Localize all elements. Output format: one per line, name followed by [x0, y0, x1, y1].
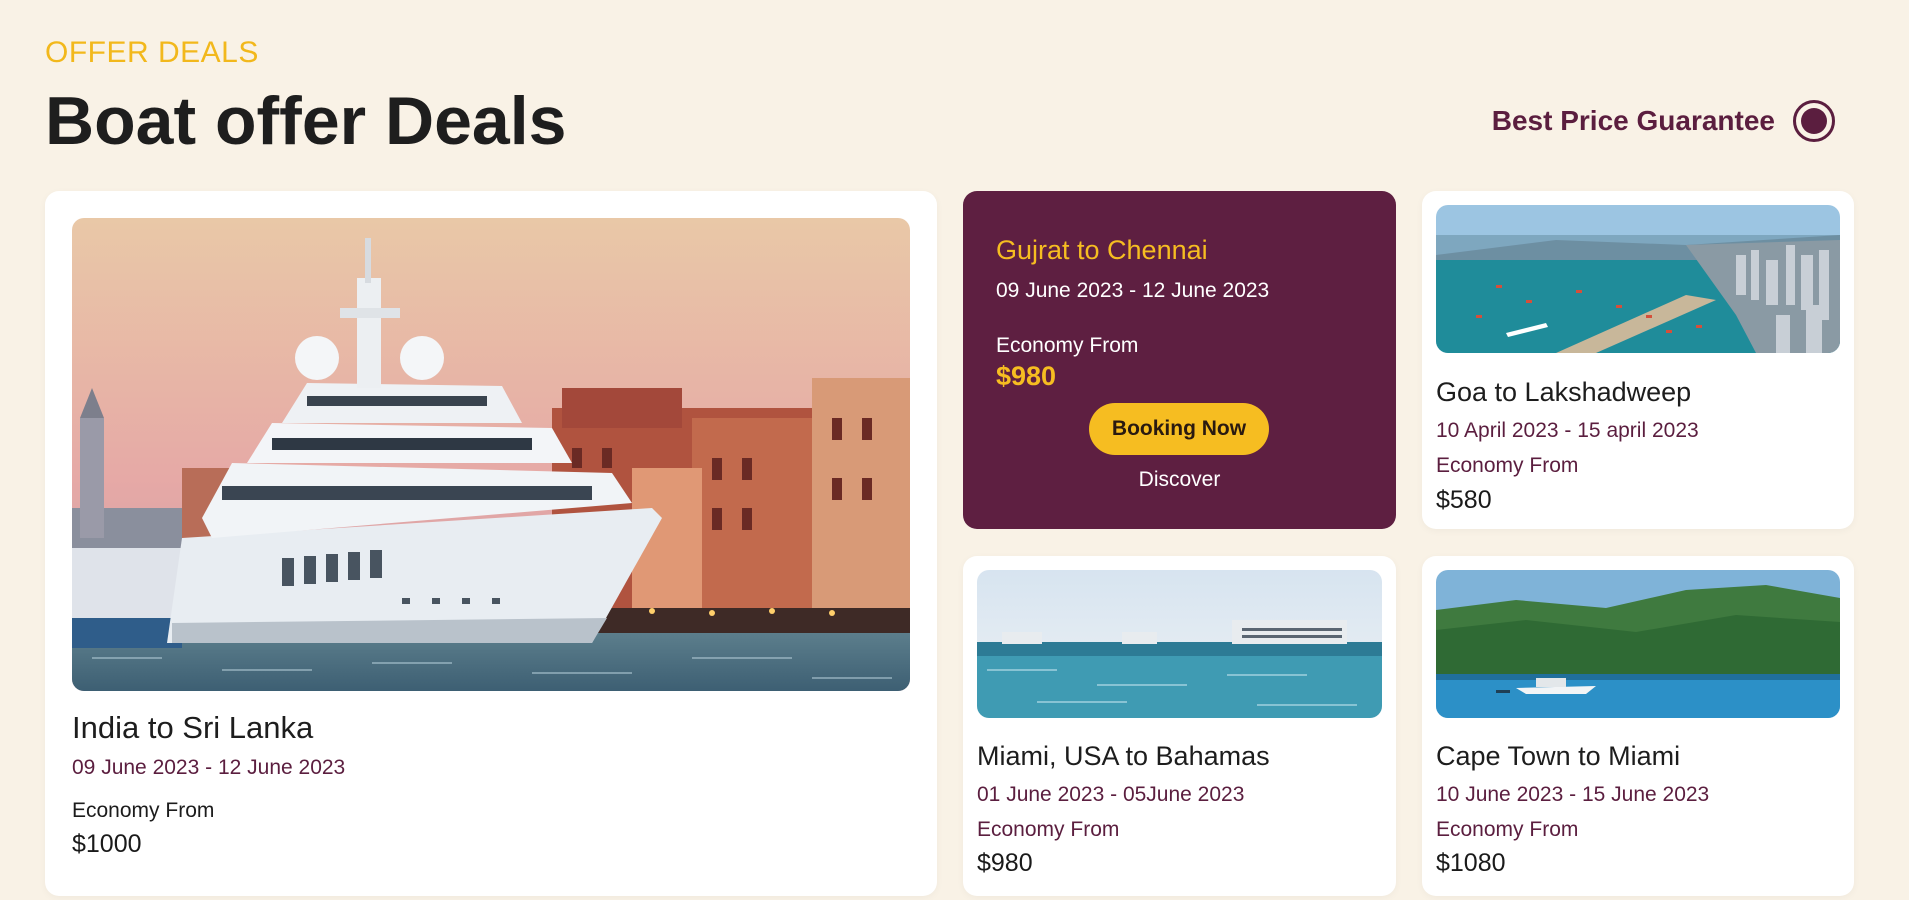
deal-card-goa[interactable]: Goa to Lakshadweep 10 April 2023 - 15 ap…	[1422, 191, 1854, 529]
promo-price: $980	[996, 361, 1057, 391]
page-title: Boat offer Deals	[45, 83, 567, 159]
economy-label: Economy From	[996, 334, 1139, 357]
section-eyebrow: OFFER DEALS	[45, 36, 259, 69]
deal-title: Miami, USA to Bahamas	[977, 741, 1270, 771]
deal-card-featured[interactable]: India to Sri Lanka 09 June 2023 - 12 Jun…	[45, 191, 937, 896]
deal-card-miami[interactable]: Miami, USA to Bahamas 01 June 2023 - 05J…	[963, 556, 1396, 896]
best-price-guarantee: Best Price Guarantee	[1492, 100, 1835, 142]
deal-title: Cape Town to Miami	[1436, 741, 1681, 771]
deal-price: $1080	[1436, 849, 1506, 877]
booking-now-button[interactable]: Booking Now	[1089, 403, 1269, 455]
deal-dates: 10 April 2023 - 15 april 2023	[1436, 419, 1699, 442]
sea-ships-photo	[977, 570, 1382, 718]
deal-dates: 09 June 2023 - 12 June 2023	[72, 756, 346, 779]
economy-label: Economy From	[1436, 454, 1579, 477]
discover-link[interactable]: Discover	[963, 468, 1396, 492]
deal-card-capetown[interactable]: Cape Town to Miami 10 June 2023 - 15 Jun…	[1422, 556, 1854, 896]
deal-title: Goa to Lakshadweep	[1436, 377, 1692, 407]
deal-price: $1000	[72, 830, 142, 858]
deal-dates: 10 June 2023 - 15 June 2023	[1436, 783, 1710, 806]
harbor-city-photo	[1436, 205, 1840, 353]
guarantee-label: Best Price Guarantee	[1491, 105, 1775, 136]
deal-dates: 01 June 2023 - 05June 2023	[977, 783, 1245, 806]
promo-title: Gujrat to Chennai	[996, 235, 1208, 265]
economy-label: Economy From	[72, 799, 215, 822]
economy-label: Economy From	[1436, 818, 1579, 841]
deal-price: $580	[1436, 486, 1492, 514]
deal-title: India to Sri Lanka	[72, 710, 314, 745]
economy-label: Economy From	[977, 818, 1120, 841]
deal-price: $980	[977, 849, 1033, 877]
yacht-harbor-photo	[72, 218, 910, 691]
promo-dates: 09 June 2023 - 12 June 2023	[996, 279, 1270, 302]
island-boat-photo	[1436, 570, 1840, 718]
promo-card: Gujrat to Chennai 09 June 2023 - 12 June…	[963, 191, 1396, 529]
badge-circle-icon	[1793, 100, 1835, 142]
